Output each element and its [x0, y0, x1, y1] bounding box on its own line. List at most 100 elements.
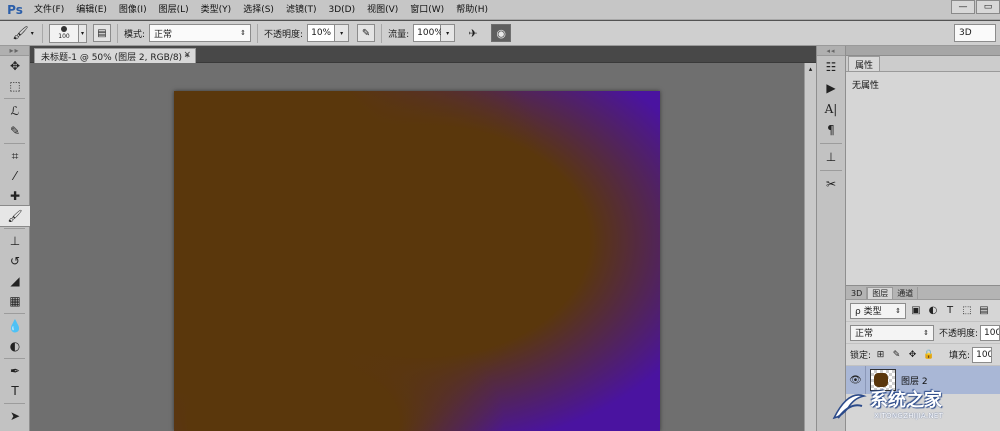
tool-list: ✥⬚ ℒ✎ ⌗⁄✚🖌 ⊥↺◢▦ 💧◐ ✒T ➤⬡: [0, 56, 31, 431]
eyedropper-tool[interactable]: ⁄: [0, 166, 30, 186]
marquee-tool[interactable]: ⬚: [0, 76, 30, 96]
airbrush-icon: ✈: [468, 26, 478, 40]
clone-stamp-tool[interactable]: ⊥: [0, 231, 30, 251]
options-bar: 🖌 ▾ 100 ▾ ▤ 模式: 正常 ⇕ 不透明度: 10% ▾ ✎ 流量: 10…: [0, 21, 1000, 46]
shape-filter-icon[interactable]: ⬚: [960, 304, 974, 318]
history-brush-tool[interactable]: ↺: [0, 251, 30, 271]
blend-mode-select[interactable]: 正常 ⇕: [850, 324, 934, 341]
clone-source-icon[interactable]: ⊥: [817, 146, 845, 167]
smart-object-filter-icon[interactable]: ▤: [977, 304, 991, 318]
close-icon[interactable]: ×: [183, 50, 191, 60]
lock-transparent-icon[interactable]: ⊞: [874, 348, 887, 362]
path-select-tool[interactable]: ➤: [0, 406, 30, 426]
crop-tool[interactable]: ⌗: [0, 146, 30, 166]
type-filter-icon[interactable]: T: [943, 304, 957, 318]
actions-icon[interactable]: ▶: [817, 77, 845, 98]
watermark-subtitle: XITONGZHIJIA.NET: [874, 412, 944, 420]
pressure-opacity-button[interactable]: ✎: [357, 24, 376, 42]
chevron-down-icon: ▾: [30, 29, 34, 37]
vertical-scrollbar[interactable]: ▴: [804, 63, 816, 431]
brush-preset-picker[interactable]: 100: [49, 23, 79, 43]
document-tab[interactable]: 未标题-1 @ 50% (图层 2, RGB/8) * ×: [34, 48, 196, 63]
tool-presets-icon[interactable]: ✂: [817, 173, 845, 194]
tool-preset-picker[interactable]: 🖌 ▾: [10, 24, 36, 43]
panel-grip[interactable]: ▸▸: [0, 46, 29, 56]
layer-filter-value: ρ 类型: [855, 307, 882, 317]
menu-item-3d[interactable]: 3D(D): [322, 0, 361, 20]
flow-dropdown[interactable]: ▾: [441, 24, 456, 42]
opacity-input[interactable]: 10%: [307, 24, 336, 42]
menu-item-type[interactable]: 类型(Y): [195, 0, 238, 20]
type-tool[interactable]: T: [0, 381, 30, 401]
watermark: 系统之家 XITONGZHIJIA.NET: [828, 384, 1000, 431]
image-canvas[interactable]: [174, 91, 660, 431]
properties-tab-bar: 属性: [846, 56, 1000, 72]
tab-properties[interactable]: 属性: [848, 56, 881, 71]
brush-panel-icon: ▤: [97, 27, 107, 39]
airbrush-button[interactable]: ✈: [463, 24, 483, 43]
flow-input[interactable]: 100%: [413, 24, 443, 42]
menu-item-filter[interactable]: 滤镜(T): [280, 0, 323, 20]
gradient-tool[interactable]: ▦: [0, 291, 30, 311]
maximize-button[interactable]: ▭: [976, 0, 1000, 14]
eraser-tool[interactable]: ◢: [0, 271, 30, 291]
menu-item-window[interactable]: 窗口(W): [404, 0, 450, 20]
divider: [820, 140, 842, 144]
layer-filter-select[interactable]: ρ 类型 ⇕: [850, 302, 906, 319]
character-icon[interactable]: A|: [817, 98, 845, 119]
shape-tool[interactable]: ⬡: [0, 426, 30, 431]
pressure-size-button[interactable]: ◉: [491, 24, 512, 42]
divider: [4, 358, 25, 359]
image-filter-icon[interactable]: ▣: [909, 304, 923, 318]
lasso-tool[interactable]: ℒ: [0, 101, 30, 121]
divider: [257, 23, 259, 43]
layer-filter-row: ρ 类型 ⇕ ▣ ◐ T ⬚ ▤: [846, 300, 1000, 322]
tab-3d[interactable]: 3D: [847, 287, 868, 299]
flow-label: 流量:: [388, 29, 410, 40]
quick-select-tool[interactable]: ✎: [0, 121, 30, 141]
move-tool[interactable]: ✥: [0, 56, 30, 76]
lock-image-icon[interactable]: ✎: [890, 348, 903, 362]
document-title: 未标题-1 @ 50% (图层 2, RGB/8) *: [41, 52, 190, 63]
mode-select[interactable]: 正常 ⇕: [149, 24, 252, 42]
menu-item-edit[interactable]: 编辑(E): [70, 0, 113, 20]
brush-preset-dropdown[interactable]: ▾: [79, 23, 87, 43]
menu-item-view[interactable]: 视图(V): [361, 0, 404, 20]
lock-position-icon[interactable]: ✥: [906, 348, 919, 362]
no-properties-text: 无属性: [852, 81, 880, 91]
tab-channels[interactable]: 通道: [893, 287, 919, 299]
adjustment-filter-icon[interactable]: ◐: [926, 304, 940, 318]
divider: [4, 98, 25, 99]
minimize-button[interactable]: —: [951, 0, 975, 14]
mode-value: 正常: [154, 29, 173, 40]
tab-layers[interactable]: 图层: [867, 287, 894, 299]
workspace-select[interactable]: 3D: [954, 24, 996, 42]
menu-item-image[interactable]: 图像(I): [113, 0, 153, 20]
document-canvas-area[interactable]: [30, 63, 804, 431]
divider: [4, 313, 25, 314]
brush-tool[interactable]: 🖌: [0, 205, 31, 227]
chevron-down-icon: ▾: [80, 29, 84, 37]
panel-grip[interactable]: [846, 46, 1000, 56]
pen-tool[interactable]: ✒: [0, 361, 30, 381]
lock-all-icon[interactable]: 🔒: [922, 348, 935, 362]
workspace-value: 3D: [959, 28, 972, 38]
layer-opacity-input[interactable]: 100: [980, 324, 1000, 341]
healing-brush-tool[interactable]: ✚: [0, 186, 30, 206]
window-controls: — ▭: [950, 0, 1000, 14]
panel-grip[interactable]: ◂◂: [817, 46, 845, 56]
blur-tool[interactable]: 💧: [0, 316, 30, 336]
dodge-tool[interactable]: ◐: [0, 336, 30, 356]
history-icon[interactable]: ☷: [817, 56, 845, 77]
scroll-up-icon[interactable]: ▴: [805, 63, 816, 75]
menu-item-select[interactable]: 选择(S): [237, 0, 280, 20]
menu-item-file[interactable]: 文件(F): [28, 0, 70, 20]
menu-item-help[interactable]: 帮助(H): [450, 0, 494, 20]
photoshop-logo: Ps: [7, 2, 23, 17]
paragraph-icon[interactable]: ¶: [817, 119, 845, 140]
brush-panel-toggle[interactable]: ▤: [93, 24, 111, 42]
fill-input[interactable]: 100: [972, 346, 993, 363]
opacity-dropdown[interactable]: ▾: [335, 24, 350, 42]
brush-size-value: 100: [58, 33, 70, 40]
menu-item-layer[interactable]: 图层(L): [153, 0, 195, 20]
